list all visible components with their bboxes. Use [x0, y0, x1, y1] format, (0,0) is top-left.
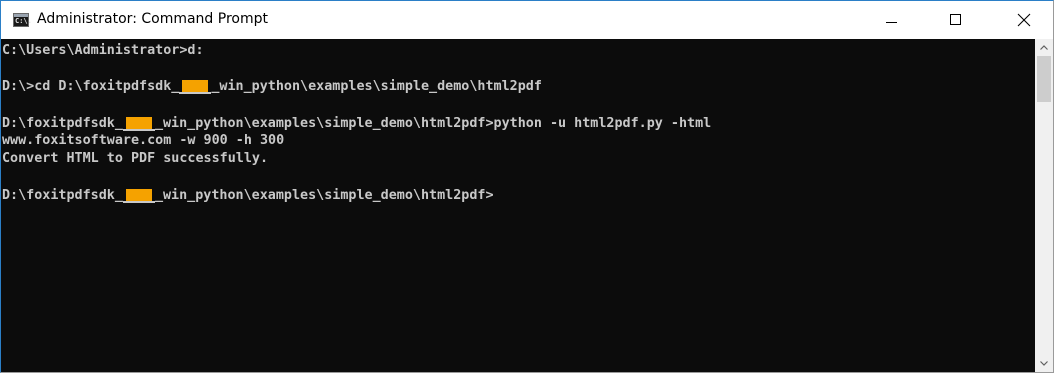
- close-button[interactable]: [1001, 1, 1047, 39]
- console-line: www.foxitsoftware.com -w 900 -h 300: [2, 133, 285, 148]
- scroll-up-arrow-icon: [1040, 45, 1048, 50]
- redacted-version: [179, 79, 212, 95]
- scroll-thumb[interactable]: [1037, 56, 1051, 102]
- console-line: Convert HTML to PDF successfully.: [2, 151, 269, 166]
- window-title: Administrator: Command Prompt: [37, 11, 268, 27]
- maximize-button[interactable]: [933, 1, 979, 39]
- console-text: D:\foxitpdfsdk_: [2, 116, 123, 131]
- console-text: _win_python\examples\simple_demo\html2pd…: [154, 188, 494, 203]
- cmd-console-icon[interactable]: C:\.: [13, 13, 32, 27]
- scroll-down-button[interactable]: [1035, 355, 1053, 372]
- console-output-area[interactable]: C:\Users\Administrator>d: D:\>cd D:\foxi…: [1, 39, 1035, 372]
- close-icon: [1017, 13, 1031, 27]
- console-text: _win_python\examples\simple_demo\html2pd…: [211, 79, 542, 94]
- console-text: D:\>cd D:\foxitpdfsdk_: [2, 79, 180, 94]
- scroll-up-button[interactable]: [1035, 39, 1053, 56]
- console-line: D:\>cd D:\foxitpdfsdk_ _win_python\exampl…: [2, 79, 542, 95]
- console-text: D:\foxitpdfsdk_: [2, 188, 123, 203]
- console-prompt-line: D:\foxitpdfsdk_ _win_python\examples\simp…: [2, 188, 494, 204]
- console-line: C:\Users\Administrator>d:: [2, 43, 204, 58]
- scroll-down-arrow-icon: [1040, 361, 1048, 366]
- console-text: _win_python\examples\simple_demo\html2pd…: [154, 116, 712, 131]
- minimize-icon: [886, 22, 897, 23]
- icon-glyph: C:\.: [15, 17, 32, 25]
- redacted-version: [122, 116, 155, 132]
- console-line: D:\foxitpdfsdk_ _win_python\examples\simp…: [2, 116, 711, 132]
- command-prompt-window: C:\. Administrator: Command Prompt C:\Us…: [0, 0, 1054, 373]
- vertical-scrollbar[interactable]: [1035, 39, 1053, 372]
- redacted-version: [122, 188, 155, 204]
- title-bar[interactable]: C:\. Administrator: Command Prompt: [1, 1, 1053, 39]
- maximize-icon: [950, 14, 961, 25]
- minimize-button[interactable]: [869, 1, 915, 39]
